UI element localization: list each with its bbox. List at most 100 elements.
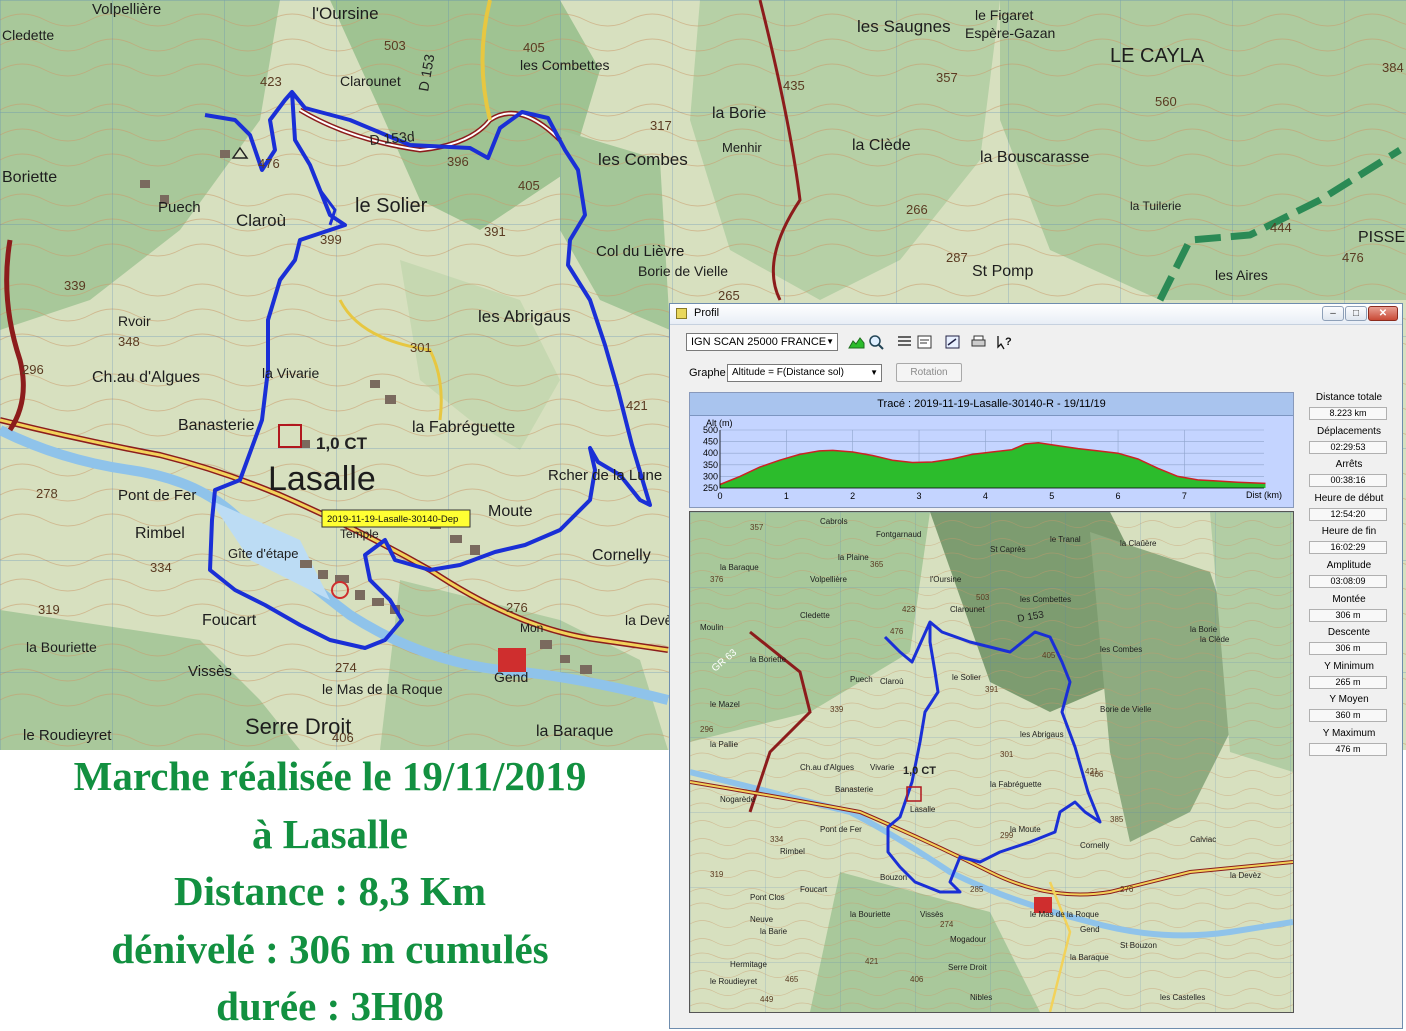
- title-bar[interactable]: Profil – □ ✕: [670, 304, 1402, 325]
- x-tick-label: 3: [917, 491, 922, 501]
- inset-map[interactable]: 1,0 CT GR 63 D 153 CabrolsFontgarnaudla …: [689, 511, 1294, 1013]
- profil-window[interactable]: Profil – □ ✕ IGN SCAN 25000 FRANCE ▼ ? Gr…: [669, 303, 1403, 1029]
- caption-place: à Lasalle: [251, 811, 409, 857]
- stat-label: Y Minimum: [1324, 660, 1374, 672]
- inset-spot-height: 365: [870, 560, 884, 569]
- inset-place-label: la Baraque: [1070, 953, 1109, 962]
- hike-caption: Marche réalisée le 19/11/2019 à Lasalle …: [0, 752, 668, 1031]
- map-place-label: la Bouscarasse: [980, 149, 1089, 166]
- map-place-label: Col du Lièvre: [596, 243, 684, 260]
- map-spot-height: 266: [906, 202, 928, 217]
- stat-label: Arrêts: [1335, 459, 1363, 471]
- inset-spot-height: 319: [710, 870, 724, 879]
- stat-value: 03:08:09: [1309, 575, 1387, 588]
- track-marker-label: 2019-11-19-Lasalle-30140-Dep: [327, 514, 458, 525]
- app-icon: [676, 308, 687, 319]
- map-spot-height: 334: [150, 560, 172, 575]
- y-tick-label: 350: [703, 460, 718, 470]
- list-icon[interactable]: [896, 334, 913, 350]
- stat-label: Y Moyen: [1329, 694, 1369, 706]
- map-spot-height: 317: [650, 118, 672, 133]
- inset-place-label: la Clède: [1200, 635, 1230, 644]
- caption-distance: Distance : 8,3 Km: [173, 868, 486, 914]
- inset-place-label: Bouzon: [880, 873, 907, 882]
- stat-value: 476 m: [1309, 743, 1387, 756]
- map-place-label: PISSE: [1358, 229, 1405, 246]
- map-spot-height: 357: [936, 70, 958, 85]
- map-place-label: Gend: [494, 669, 528, 685]
- stat-value: 360 m: [1309, 709, 1387, 723]
- export-icon[interactable]: [944, 334, 961, 350]
- caption-date: Marche réalisée le 19/11/2019: [73, 753, 587, 799]
- map-place-label: les Aires: [1215, 267, 1268, 283]
- elevation-profile-panel: Tracé : 2019-11-19-Lasalle-30140-R - 19/…: [689, 392, 1294, 508]
- inset-place-label: Vivarie: [870, 763, 895, 772]
- minimize-button[interactable]: –: [1322, 306, 1344, 321]
- map-place-label: LE CAYLA: [1110, 45, 1205, 67]
- chevron-down-icon: ▼: [826, 337, 834, 346]
- map-place-label: Temple: [340, 527, 379, 541]
- map-place-label: le Figaret: [975, 7, 1033, 23]
- inset-place-label: les Combettes: [1020, 595, 1071, 604]
- map-spot-height: 503: [384, 38, 406, 53]
- zoom-icon[interactable]: [868, 334, 885, 350]
- inset-place-label: Puech: [850, 675, 873, 684]
- caption-duration: durée : 3H08: [216, 983, 444, 1029]
- inset-place-label: la Claûère: [1120, 539, 1157, 548]
- inset-place-label: Lasalle: [910, 805, 936, 814]
- stat-label: Heure de début: [1314, 492, 1384, 504]
- inset-place-label: Foucart: [800, 885, 828, 894]
- map-place-label: Mon: [520, 621, 543, 635]
- map-place-label: la Vivarie: [262, 365, 320, 381]
- inset-spot-height: 476: [890, 627, 904, 636]
- inset-place-label: St Bouzon: [1120, 941, 1157, 950]
- inset-place-label: Cledette: [800, 611, 830, 620]
- inset-spot-height: 465: [785, 975, 799, 984]
- map-place-label: Puech: [158, 199, 201, 216]
- help-icon[interactable]: ?: [996, 334, 1013, 350]
- inset-spot-height: 391: [985, 685, 999, 694]
- map-place-label: le Roudieyret: [23, 727, 112, 744]
- rotation-button[interactable]: Rotation: [896, 363, 962, 382]
- inset-place-label: les Combes: [1100, 645, 1142, 654]
- map-spot-height: 406: [332, 730, 354, 745]
- map-place-label: Cornelly: [592, 547, 651, 564]
- chevron-down-icon: ▼: [870, 368, 878, 377]
- map-spot-height: 560: [1155, 94, 1177, 109]
- map-place-label: les Saugnes: [857, 17, 951, 36]
- inset-spot-height: 385: [1110, 815, 1124, 824]
- properties-icon[interactable]: [916, 334, 933, 350]
- map-spot-height: 301: [410, 340, 432, 355]
- map-source-select[interactable]: IGN SCAN 25000 FRANCE ▼: [686, 333, 838, 351]
- stat-label: Montée: [1332, 593, 1366, 605]
- inset-place-label: le Solier: [952, 673, 981, 682]
- inset-place-label: Hermitage: [730, 960, 767, 969]
- stat-label: Distance totale: [1315, 392, 1383, 403]
- inset-place-label: Gend: [1080, 925, 1100, 934]
- map-spot-height: 274: [335, 660, 357, 675]
- inset-place-label: Banasterie: [835, 785, 874, 794]
- map-spot-height: 421: [626, 398, 648, 413]
- map-spot-height: 319: [38, 602, 60, 617]
- inset-place-label: l'Oursine: [930, 575, 962, 584]
- x-axis-label: Dist (km): [1246, 490, 1282, 500]
- map-spot-height: 384: [1382, 60, 1404, 75]
- toolbar: IGN SCAN 25000 FRANCE ▼ ?: [670, 328, 1402, 354]
- inset-place-label: Vissès: [920, 910, 943, 919]
- map-spot-height: 339: [64, 278, 86, 293]
- print-icon[interactable]: [970, 334, 987, 350]
- inset-place-label: la Borie: [1190, 625, 1218, 634]
- map-place-label: les Combes: [598, 150, 688, 169]
- inset-place-label: la Baraque: [720, 563, 759, 572]
- inset-place-label: Nibles: [970, 993, 992, 1002]
- map-spot-height: 423: [260, 74, 282, 89]
- inset-place-label: la Moute: [1010, 825, 1041, 834]
- inset-place-label: Cornelly: [1080, 841, 1109, 850]
- inset-place-label: le Mazel: [710, 700, 740, 709]
- close-button[interactable]: ✕: [1368, 306, 1398, 321]
- inset-place-label: le Roudieyret: [710, 977, 758, 986]
- graph-row: Graphe Altitude = F(Distance sol) ▼ Rotat…: [670, 362, 1402, 384]
- maximize-button[interactable]: □: [1345, 306, 1367, 321]
- graph-select[interactable]: Altitude = F(Distance sol) ▼: [727, 364, 882, 382]
- profile-graph-icon[interactable]: [848, 334, 865, 350]
